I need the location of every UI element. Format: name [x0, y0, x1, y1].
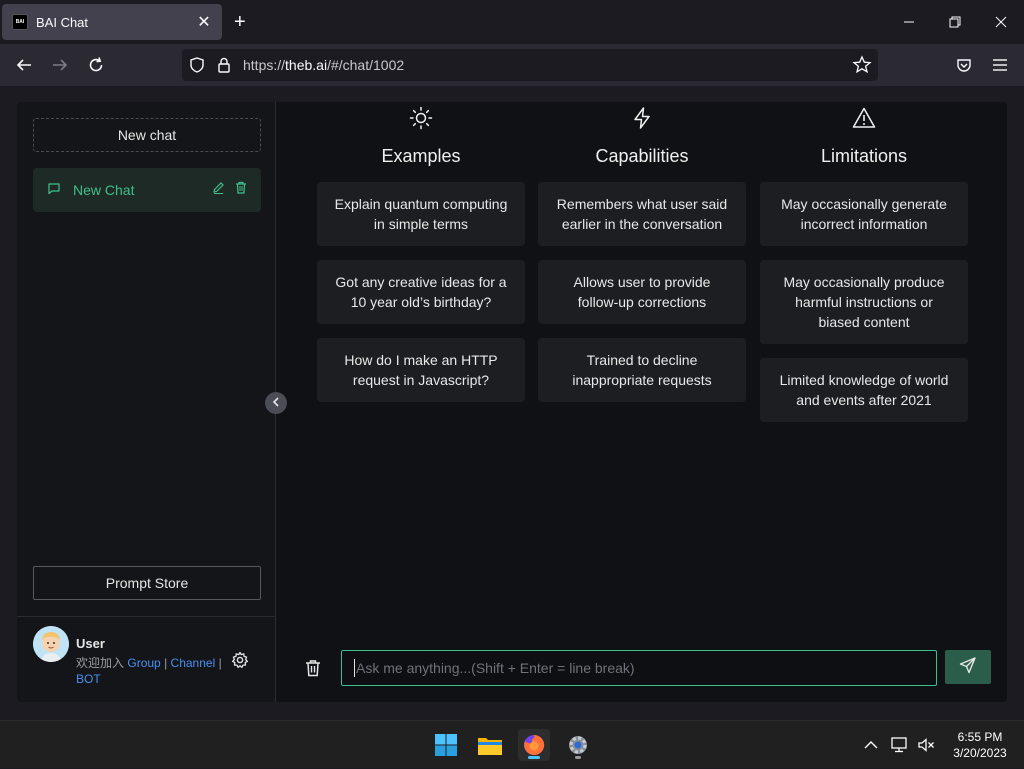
message-input-placeholder: Ask me anything...(Shift + Enter = line …	[356, 660, 635, 676]
edit-pencil-icon[interactable]	[212, 181, 225, 199]
windows-start-icon[interactable]	[430, 729, 462, 761]
tab-close-icon[interactable]: ✕	[196, 12, 212, 32]
capability-card: Trained to decline inappropriate request…	[538, 338, 746, 402]
send-button[interactable]	[945, 650, 991, 684]
pocket-icon[interactable]	[952, 53, 976, 77]
lock-icon[interactable]	[216, 56, 232, 79]
browser-tab-bar: BAI BAI Chat ✕ +	[0, 0, 1024, 44]
text-caret	[354, 659, 355, 677]
example-card[interactable]: Explain quantum computing in simple term…	[317, 182, 525, 246]
link-separator: |	[218, 656, 222, 670]
collapse-sidebar-button[interactable]	[265, 392, 287, 414]
column-title: Capabilities	[595, 146, 689, 166]
sidebar: New chat New Chat Prompt Store User 欢迎加入…	[17, 102, 276, 702]
bookmark-star-icon[interactable]	[852, 55, 872, 80]
tab-title: BAI Chat	[36, 14, 89, 30]
group-link[interactable]: Group	[127, 656, 160, 670]
bai-favicon-icon: BAI	[12, 14, 28, 30]
chat-list-item[interactable]: New Chat	[33, 168, 261, 212]
divider	[17, 616, 276, 617]
clock-time: 6:55 PM	[957, 730, 1003, 744]
capability-card: Remembers what user said earlier in the …	[538, 182, 746, 246]
show-hidden-icons-chevron-up-icon[interactable]	[864, 721, 878, 769]
url-text: https://theb.ai/#/chat/1002	[243, 57, 405, 73]
chat-app: New chat New Chat Prompt Store User 欢迎加入…	[17, 102, 1007, 702]
address-bar[interactable]: https://theb.ai/#/chat/1002	[182, 49, 878, 81]
chat-bubble-icon	[47, 181, 61, 200]
join-text: 欢迎加入	[76, 656, 125, 670]
column-title: Limitations	[820, 146, 908, 166]
clear-chat-trash-icon[interactable]	[303, 658, 323, 678]
message-input[interactable]: Ask me anything...(Shift + Enter = line …	[341, 650, 937, 686]
chat-item-label: New Chat	[73, 182, 135, 198]
limitation-card: May occasionally produce harmful instruc…	[760, 260, 968, 344]
shield-icon[interactable]	[188, 56, 206, 79]
prompt-store-button[interactable]: Prompt Store	[33, 566, 261, 600]
example-card[interactable]: Got any creative ideas for a 10 year old…	[317, 260, 525, 324]
settings-app-icon[interactable]	[562, 729, 594, 761]
browser-nav-bar: https://theb.ai/#/chat/1002	[0, 44, 1024, 86]
user-community-links: 欢迎加入 Group | Channel | BOT	[76, 655, 226, 687]
column-title: Examples	[381, 146, 461, 166]
forward-arrow-icon[interactable]	[48, 53, 72, 77]
clock-date: 3/20/2023	[953, 746, 1007, 760]
page-content: New chat New Chat Prompt Store User 欢迎加入…	[0, 86, 1024, 720]
send-paper-plane-icon	[959, 656, 977, 679]
warning-icon	[852, 106, 876, 130]
example-card[interactable]: How do I make an HTTP request in Javascr…	[317, 338, 525, 402]
new-chat-button[interactable]: New chat	[33, 118, 261, 152]
close-window-icon[interactable]	[978, 0, 1024, 44]
network-icon[interactable]	[890, 721, 910, 769]
file-explorer-icon[interactable]	[474, 729, 506, 761]
menu-hamburger-icon[interactable]	[988, 53, 1012, 77]
taskbar: 6:55 PM 3/20/2023	[0, 720, 1024, 768]
user-name: User	[76, 636, 105, 651]
back-arrow-icon[interactable]	[12, 53, 36, 77]
avatar	[33, 626, 69, 662]
main-panel: Examples Explain quantum computing in si…	[277, 102, 1007, 702]
link-separator: |	[164, 656, 168, 670]
limitation-card: May occasionally generate incorrect info…	[760, 182, 968, 246]
firefox-icon[interactable]	[518, 729, 550, 761]
window-controls	[886, 0, 1024, 44]
minimize-icon[interactable]	[886, 0, 932, 44]
lightning-icon	[630, 106, 654, 130]
system-clock[interactable]: 6:55 PM 3/20/2023	[940, 729, 1020, 761]
capability-card: Allows user to provide follow-up correct…	[538, 260, 746, 324]
chevron-left-icon	[271, 394, 281, 412]
reload-icon[interactable]	[84, 53, 108, 77]
browser-tab[interactable]: BAI BAI Chat ✕	[2, 4, 222, 40]
sun-icon	[409, 106, 433, 130]
delete-trash-icon[interactable]	[235, 181, 247, 199]
active-indicator	[528, 756, 540, 759]
new-tab-plus-icon[interactable]: +	[234, 12, 246, 32]
running-indicator	[575, 756, 581, 759]
volume-muted-icon[interactable]	[916, 721, 936, 769]
gear-icon[interactable]	[231, 651, 249, 669]
channel-link[interactable]: Channel	[171, 656, 216, 670]
bot-link[interactable]: BOT	[76, 672, 101, 686]
limitation-card: Limited knowledge of world and events af…	[760, 358, 968, 422]
restore-icon[interactable]	[932, 0, 978, 44]
